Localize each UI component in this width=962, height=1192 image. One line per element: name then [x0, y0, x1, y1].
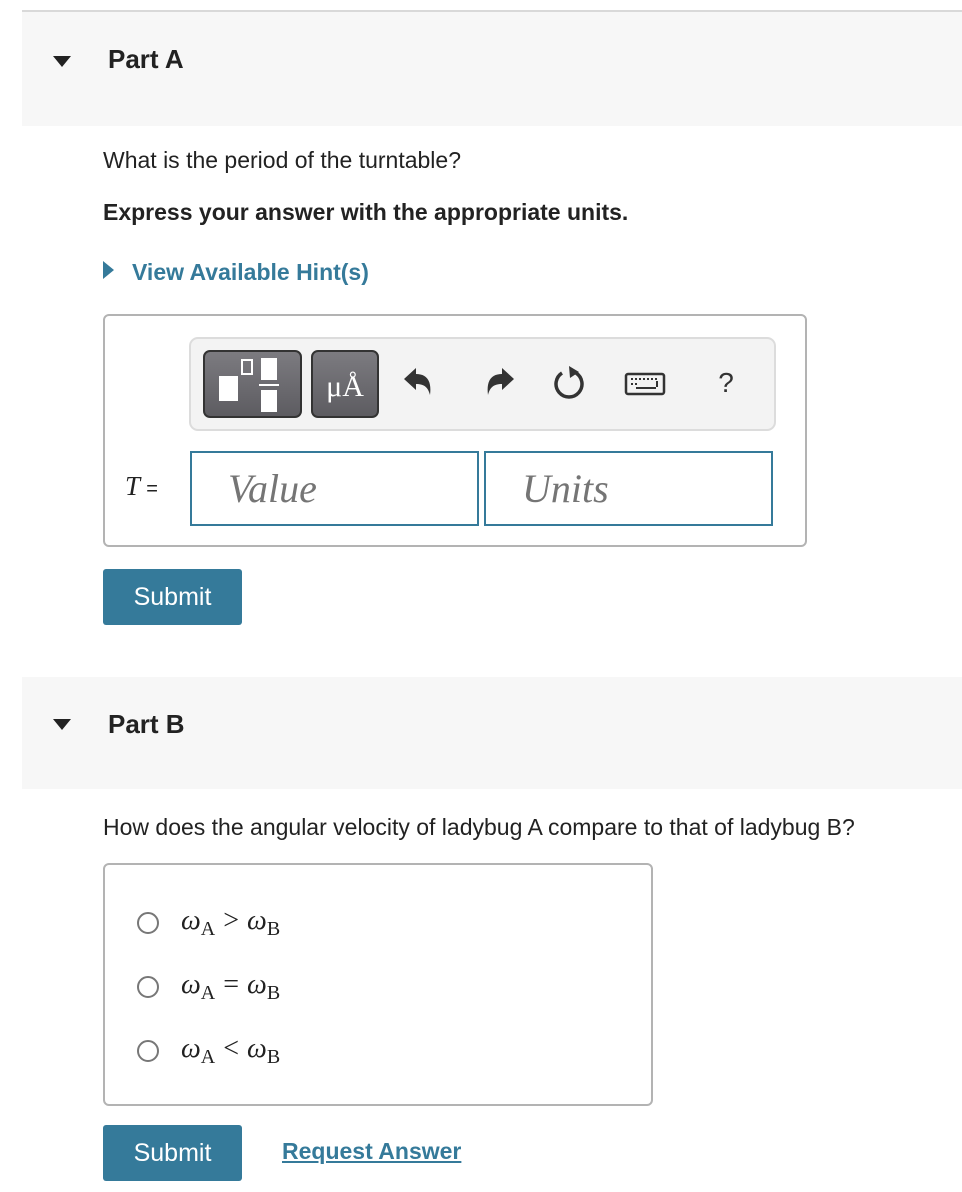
choice-label: ωA > ωB [181, 905, 281, 940]
units-input[interactable] [484, 451, 773, 526]
templates-button[interactable] [203, 350, 302, 418]
reset-icon[interactable] [549, 363, 589, 403]
radio-button[interactable] [137, 1040, 159, 1062]
units-symbol-icon: μÅ [326, 370, 364, 403]
view-hints-link[interactable]: View Available Hint(s) [103, 259, 369, 286]
choice-a-equal-b[interactable]: ωA = ωB [137, 969, 280, 1005]
choice-a-greater-b[interactable]: ωA > ωB [137, 905, 280, 941]
radio-button[interactable] [137, 976, 159, 998]
variable-symbol: T [125, 471, 140, 501]
part-b-submit-button[interactable]: Submit [103, 1125, 242, 1181]
answer-box: μÅ ? T = [103, 314, 807, 547]
variable-label: T = [125, 471, 158, 502]
part-a-instruction: Express your answer with the appropriate… [103, 199, 629, 225]
part-a-question: What is the period of the turntable? [103, 147, 461, 173]
part-a-submit-button[interactable]: Submit [103, 569, 242, 625]
part-b-question: How does the angular velocity of ladybug… [103, 814, 855, 840]
value-input[interactable] [190, 451, 479, 526]
collapse-caret-icon[interactable] [53, 719, 71, 730]
choice-a-less-b[interactable]: ωA < ωB [137, 1033, 280, 1069]
redo-icon[interactable] [478, 363, 518, 403]
units-symbol-button[interactable]: μÅ [311, 350, 379, 418]
expand-triangle-icon [103, 261, 114, 279]
math-toolbar: μÅ ? [189, 337, 776, 431]
collapse-caret-icon[interactable] [53, 56, 71, 67]
equals-sign: = [146, 478, 158, 500]
request-answer-link[interactable]: Request Answer [282, 1138, 461, 1165]
choices-box: ωA > ωB ωA = ωB ωA < ωB [103, 863, 653, 1106]
keyboard-icon[interactable] [623, 363, 667, 403]
part-a-header[interactable]: Part A [22, 10, 962, 126]
choice-label: ωA < ωB [181, 1033, 281, 1068]
choice-label: ωA = ωB [181, 969, 281, 1004]
part-b-title: Part B [108, 709, 185, 739]
templates-icon [219, 358, 279, 412]
help-icon[interactable]: ? [706, 363, 746, 403]
part-b-header[interactable]: Part B [22, 677, 962, 789]
undo-icon[interactable] [400, 363, 440, 403]
radio-button[interactable] [137, 912, 159, 934]
part-a-title: Part A [108, 44, 184, 74]
view-hints-label: View Available Hint(s) [132, 259, 369, 285]
